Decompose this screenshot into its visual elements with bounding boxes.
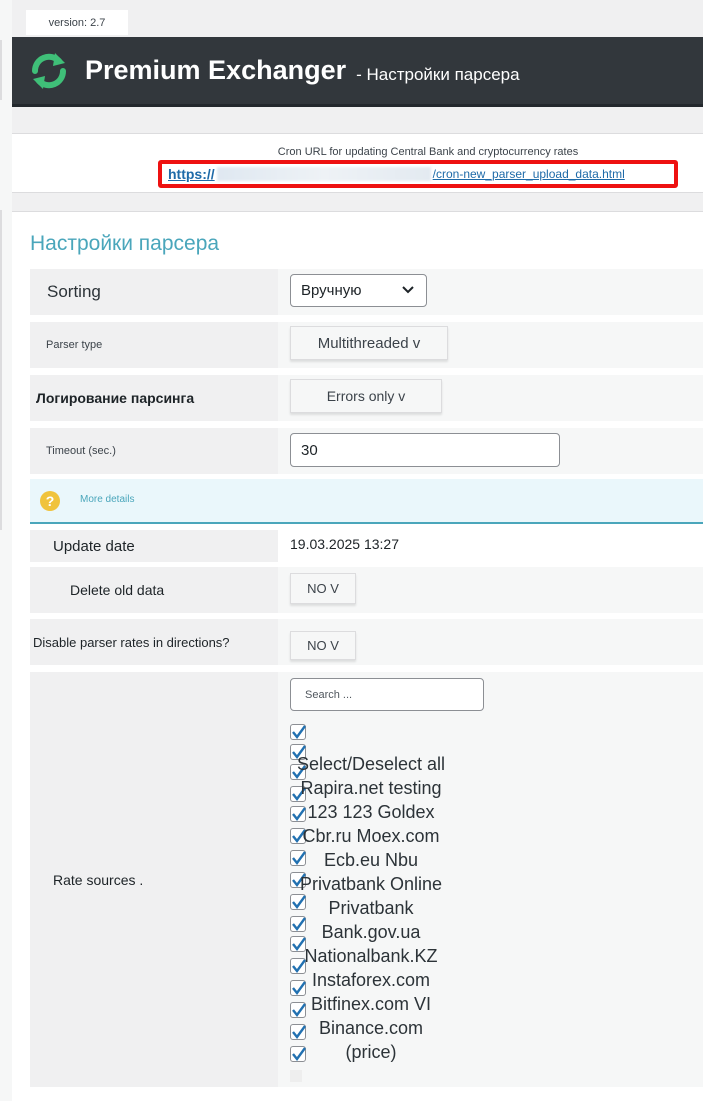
disable-rates-select[interactable]: NO V: [290, 631, 356, 660]
admin-sidebar-edge: [0, 0, 12, 1101]
source-checkbox[interactable]: [290, 724, 306, 740]
cron-url-redacted: [216, 167, 431, 181]
version-label: version: 2.7: [26, 10, 128, 35]
update-date-label: Update date: [30, 530, 278, 562]
cron-url-protocol[interactable]: https://: [168, 166, 215, 182]
update-date-value: 19.03.2025 13:27: [290, 536, 399, 552]
source-item[interactable]: Bitfinex.com VI: [296, 992, 446, 1016]
help-icon[interactable]: ?: [40, 491, 60, 511]
parser-type-select[interactable]: Multithreaded v: [290, 326, 448, 360]
timeout-row: Timeout (sec.) 30: [30, 428, 703, 474]
update-date-row: Update date 19.03.2025 13:27: [30, 530, 703, 562]
timeout-label: Timeout (sec.): [30, 428, 278, 474]
source-item[interactable]: Bank.gov.ua: [296, 920, 446, 944]
page-subtitle: - Настройки парсера: [356, 64, 520, 84]
logging-select[interactable]: Errors only v: [290, 379, 442, 413]
source-item[interactable]: Binance.com: [296, 1016, 446, 1040]
source-item[interactable]: Select/Deselect all: [296, 752, 446, 776]
brand-title: Premium Exchanger: [85, 55, 347, 85]
timeout-input[interactable]: 30: [290, 433, 560, 467]
disable-rates-value-cell: NO V: [278, 619, 703, 665]
more-details-link[interactable]: More details: [80, 494, 134, 505]
plugin-header: Premium Exchanger - Настройки парсера: [12, 37, 703, 107]
rate-sources-value-cell: Search ... Select/Deselect all Rapira.ne…: [278, 672, 703, 1087]
checkmark-icon: [292, 725, 306, 739]
disable-rates-row: Disable parser rates in directions? NO V: [30, 619, 703, 665]
cron-url-link[interactable]: https:// /cron-new_parser_upload_data.ht…: [158, 160, 678, 188]
source-item[interactable]: Instaforex.com: [296, 968, 446, 992]
disable-rates-label: Disable parser rates in directions?: [30, 619, 278, 665]
sidebar-divider: [0, 210, 2, 530]
sorting-select[interactable]: Вручную: [290, 274, 427, 307]
source-item[interactable]: Nationalbank.KZ: [296, 944, 446, 968]
logging-row: Логирование парсинга Errors only v: [30, 375, 703, 421]
timeout-value-cell: 30: [278, 428, 703, 474]
parser-type-row: Parser type Multithreaded v: [30, 322, 703, 368]
cron-url-path[interactable]: /cron-new_parser_upload_data.html: [433, 167, 625, 181]
sidebar-divider: [0, 40, 2, 100]
source-item[interactable]: Privatbank: [296, 896, 446, 920]
delete-old-select[interactable]: NO V: [290, 573, 356, 604]
update-date-value-cell: 19.03.2025 13:27: [278, 530, 703, 562]
parser-type-label: Parser type: [30, 322, 278, 368]
source-item[interactable]: 123 123 Goldex: [296, 800, 446, 824]
parser-type-value-cell: Multithreaded v: [278, 322, 703, 368]
rate-sources-row: Rate sources . Search ... Select/Deselec…: [30, 672, 703, 1087]
cron-url-label: Cron URL for updating Central Bank and c…: [277, 146, 579, 158]
sorting-value-cell: Вручную: [278, 269, 703, 315]
refresh-logo-icon: [31, 52, 67, 89]
more-details-bar: ? More details: [30, 479, 703, 524]
source-item[interactable]: Privatbank Online: [296, 872, 446, 896]
source-item[interactable]: Ecb.eu Nbu: [296, 848, 446, 872]
delete-old-row: Delete old data NO V: [30, 567, 703, 613]
parser-settings-panel: Настройки парсера Sorting Вручную Parser…: [12, 211, 703, 1101]
rate-sources-label: Rate sources .: [30, 672, 278, 1087]
rate-sources-list: Select/Deselect all Rapira.net testing 1…: [296, 752, 446, 1064]
source-checkbox[interactable]: [290, 1070, 302, 1082]
logging-label: Логирование парсинга: [30, 375, 278, 421]
cron-url-box: Cron URL for updating Central Bank and c…: [12, 133, 703, 193]
delete-old-value-cell: NO V: [278, 567, 703, 613]
delete-old-label: Delete old data: [30, 567, 278, 613]
chevron-down-icon: [402, 286, 414, 294]
sorting-label: Sorting: [30, 269, 278, 315]
sources-search-input[interactable]: Search ...: [290, 678, 484, 711]
source-item[interactable]: Rapira.net testing: [296, 776, 446, 800]
sorting-row: Sorting Вручную: [30, 269, 703, 315]
sorting-select-value: Вручную: [301, 282, 362, 299]
source-item[interactable]: Cbr.ru Moex.com: [296, 824, 446, 848]
source-item[interactable]: (price): [296, 1040, 446, 1064]
logging-value-cell: Errors only v: [278, 375, 703, 421]
panel-title: Настройки парсера: [30, 232, 220, 255]
